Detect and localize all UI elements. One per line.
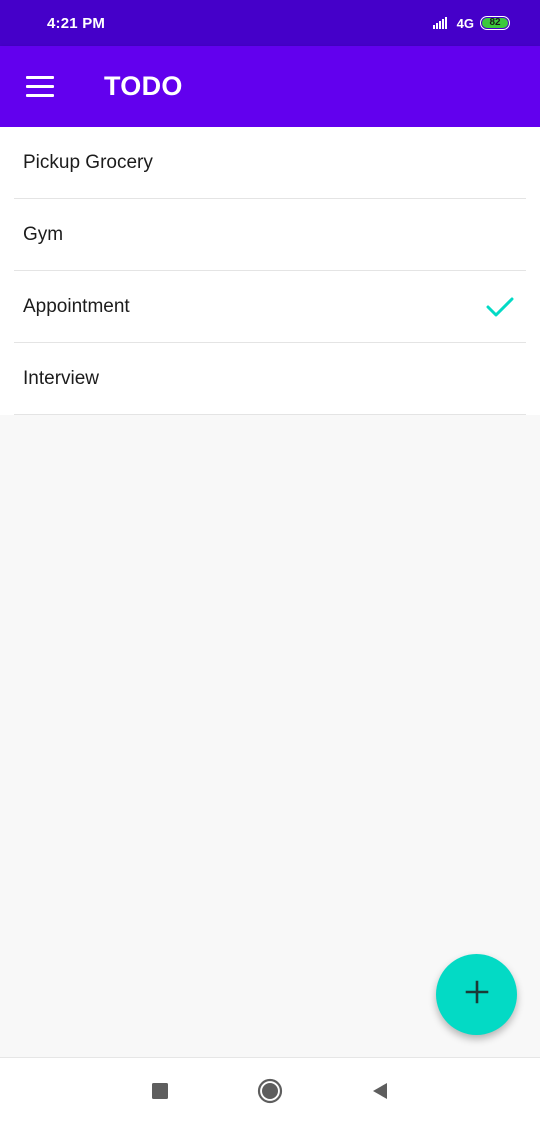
- todo-label: Pickup Grocery: [23, 151, 153, 173]
- status-icons: 4G 82: [432, 15, 510, 31]
- back-triangle-icon[interactable]: [367, 1078, 393, 1104]
- todo-item[interactable]: Interview: [14, 343, 526, 415]
- todo-label: Gym: [23, 223, 64, 245]
- status-time: 4:21 PM: [47, 14, 106, 32]
- add-todo-button[interactable]: [436, 954, 517, 1035]
- todo-label: Appointment: [23, 295, 130, 317]
- todo-label: Interview: [23, 367, 100, 389]
- app-bar: TODO: [0, 46, 540, 127]
- todo-item[interactable]: Appointment: [14, 271, 526, 343]
- todo-item[interactable]: Gym: [14, 199, 526, 271]
- check-icon: [486, 296, 514, 318]
- battery-icon: 82: [480, 16, 510, 30]
- status-bar: 4:21 PM 4G 82: [0, 0, 540, 46]
- network-type: 4G: [456, 15, 474, 31]
- plus-icon: [465, 980, 489, 1009]
- signal-icon: [432, 17, 451, 29]
- recents-square-icon[interactable]: [147, 1078, 173, 1104]
- todo-list: Pickup Grocery Gym Appointment Interview: [0, 127, 540, 415]
- battery-level: 82: [482, 18, 508, 28]
- todo-item[interactable]: Pickup Grocery: [14, 127, 526, 199]
- hamburger-menu-icon[interactable]: [12, 59, 68, 115]
- home-circle-icon[interactable]: [257, 1078, 283, 1104]
- system-nav-bar: [0, 1057, 540, 1123]
- app-title: TODO: [104, 71, 183, 101]
